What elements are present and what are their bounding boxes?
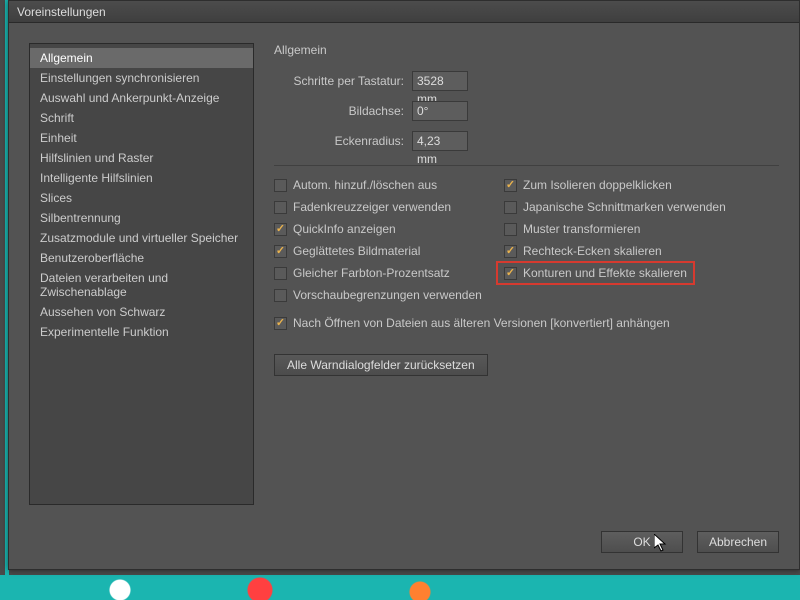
checkbox-icon — [274, 179, 287, 192]
cancel-button[interactable]: Abbrechen — [697, 531, 779, 553]
row-corner-radius: Eckenradius: 4,23 mm — [274, 131, 779, 151]
sidebar-item-13[interactable]: Experimentelle Funktion — [30, 322, 253, 342]
input-keyboard-increment[interactable]: 3528 mm — [412, 71, 468, 91]
sidebar-item-9[interactable]: Zusatzmodule und virtueller Speicher — [30, 228, 253, 248]
label-keyboard-increment: Schritte per Tastatur: — [274, 74, 404, 88]
row-keyboard-increment: Schritte per Tastatur: 3528 mm — [274, 71, 779, 91]
checkbox-left-5[interactable]: Vorschaubegrenzungen verwenden — [274, 288, 504, 302]
sidebar-item-7[interactable]: Slices — [30, 188, 253, 208]
preferences-window: Voreinstellungen AllgemeinEinstellungen … — [8, 0, 800, 570]
panel-heading: Allgemein — [274, 43, 779, 57]
checkbox-label: Konturen und Effekte skalieren — [523, 266, 687, 280]
input-constrain-angle[interactable]: 0° — [412, 101, 468, 121]
checkbox-icon — [274, 245, 287, 258]
checkbox-icon — [504, 223, 517, 236]
checkbox-label: Vorschaubegrenzungen verwenden — [293, 288, 482, 302]
checkbox-label: Autom. hinzuf./löschen aus — [293, 178, 437, 192]
sidebar-item-6[interactable]: Intelligente Hilfslinien — [30, 168, 253, 188]
checkbox-right-1[interactable]: Japanische Schnittmarken verwenden — [504, 200, 779, 214]
sidebar-item-5[interactable]: Hilfslinien und Raster — [30, 148, 253, 168]
checkbox-icon — [504, 179, 517, 192]
checkbox-label: Geglättetes Bildmaterial — [293, 244, 420, 258]
label-constrain-angle: Bildachse: — [274, 104, 404, 118]
checkbox-left-0[interactable]: Autom. hinzuf./löschen aus — [274, 178, 504, 192]
reset-warnings-button[interactable]: Alle Warndialogfelder zurücksetzen — [274, 354, 488, 376]
sidebar-item-10[interactable]: Benutzeroberfläche — [30, 248, 253, 268]
checkbox-append-converted[interactable]: Nach Öffnen von Dateien aus älteren Vers… — [274, 316, 779, 330]
checkbox-right-3[interactable]: Rechteck-Ecken skalieren — [504, 244, 779, 258]
input-corner-radius[interactable]: 4,23 mm — [412, 131, 468, 151]
sidebar-item-4[interactable]: Einheit — [30, 128, 253, 148]
divider — [274, 165, 779, 166]
checkbox-icon — [274, 223, 287, 236]
checkbox-left-1[interactable]: Fadenkreuzzeiger verwenden — [274, 200, 504, 214]
sidebar-item-11[interactable]: Dateien verarbeiten und Zwischenablage — [30, 268, 253, 302]
checkbox-right-5[interactable] — [504, 288, 779, 302]
dialog-footer: OK Abbrechen — [9, 525, 799, 569]
checkbox-left-2[interactable]: QuickInfo anzeigen — [274, 222, 504, 236]
checkbox-icon — [274, 267, 287, 280]
checkbox-right-2[interactable]: Muster transformieren — [504, 222, 779, 236]
window-title: Voreinstellungen — [17, 5, 106, 19]
checkbox-right-4[interactable]: Konturen und Effekte skalieren — [504, 266, 779, 280]
checkbox-left-4[interactable]: Gleicher Farbton-Prozentsatz — [274, 266, 504, 280]
category-sidebar: AllgemeinEinstellungen synchronisierenAu… — [29, 43, 254, 505]
checkbox-label: Zum Isolieren doppelklicken — [523, 178, 672, 192]
sidebar-item-0[interactable]: Allgemein — [30, 48, 253, 68]
checkbox-right-0[interactable]: Zum Isolieren doppelklicken — [504, 178, 779, 192]
label-corner-radius: Eckenradius: — [274, 134, 404, 148]
highlight-annotation: Konturen und Effekte skalieren — [496, 261, 695, 285]
checkbox-icon — [504, 245, 517, 258]
sidebar-item-3[interactable]: Schrift — [30, 108, 253, 128]
checkbox-icon — [504, 267, 517, 280]
checkbox-label: Fadenkreuzzeiger verwenden — [293, 200, 451, 214]
checkbox-label: Rechteck-Ecken skalieren — [523, 244, 662, 258]
checkbox-label: Muster transformieren — [523, 222, 640, 236]
window-titlebar: Voreinstellungen — [9, 1, 799, 23]
sidebar-item-8[interactable]: Silbentrennung — [30, 208, 253, 228]
category-panel-allgemein: Allgemein Schritte per Tastatur: 3528 mm… — [274, 43, 779, 505]
checkbox-label: Nach Öffnen von Dateien aus älteren Vers… — [293, 316, 670, 330]
options-grid: Autom. hinzuf./löschen aus Zum Isolieren … — [274, 178, 779, 302]
checkbox-label: Gleicher Farbton-Prozentsatz — [293, 266, 450, 280]
window-content: AllgemeinEinstellungen synchronisierenAu… — [9, 23, 799, 525]
checkbox-label: Japanische Schnittmarken verwenden — [523, 200, 726, 214]
checkbox-icon — [274, 289, 287, 302]
sidebar-item-2[interactable]: Auswahl und Ankerpunkt-Anzeige — [30, 88, 253, 108]
checkbox-icon — [504, 201, 517, 214]
row-constrain-angle: Bildachse: 0° — [274, 101, 779, 121]
sidebar-item-1[interactable]: Einstellungen synchronisieren — [30, 68, 253, 88]
checkbox-icon — [274, 317, 287, 330]
checkbox-icon — [274, 201, 287, 214]
sidebar-item-12[interactable]: Aussehen von Schwarz — [30, 302, 253, 322]
checkbox-label: QuickInfo anzeigen — [293, 222, 396, 236]
ok-button[interactable]: OK — [601, 531, 683, 553]
checkbox-left-3[interactable]: Geglättetes Bildmaterial — [274, 244, 504, 258]
